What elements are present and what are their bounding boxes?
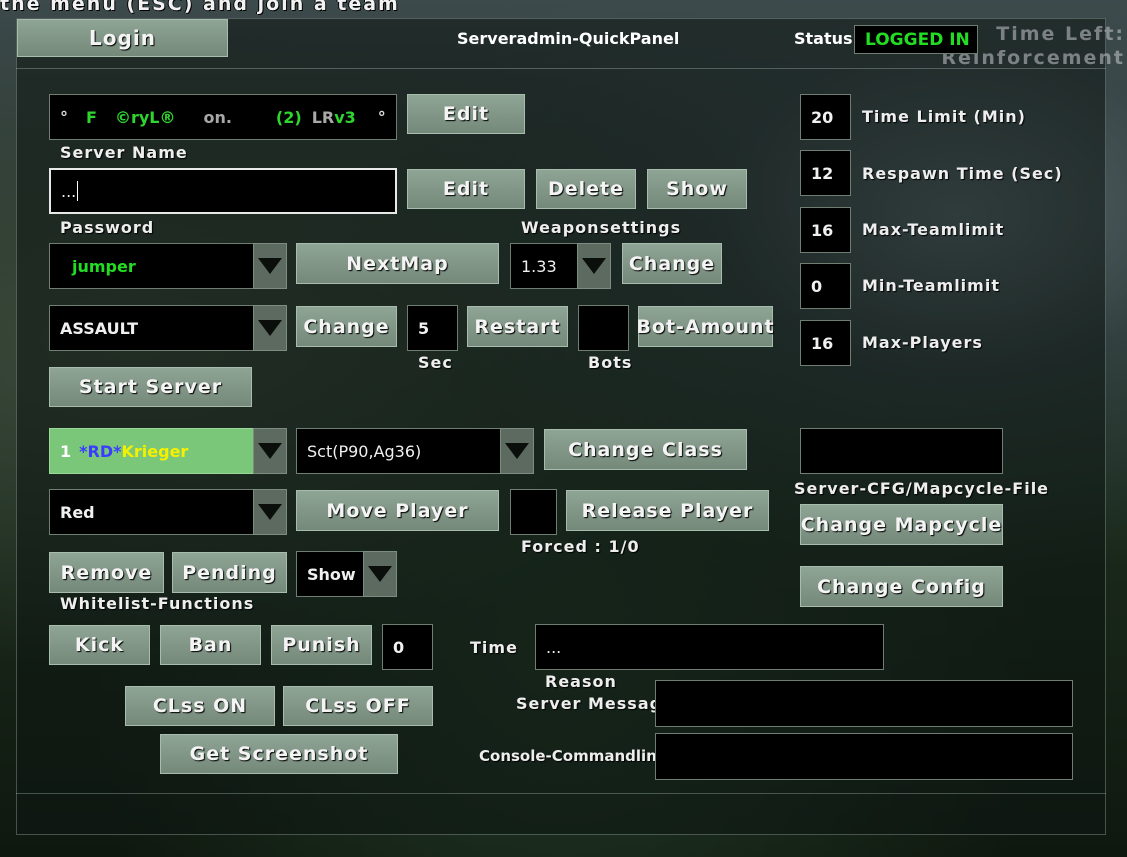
password-label: Password bbox=[60, 218, 155, 237]
sec-label: Sec bbox=[418, 353, 453, 372]
footer-divider bbox=[16, 793, 1106, 794]
player-clan-tag: *RD* bbox=[79, 441, 122, 461]
bots-label: Bots bbox=[588, 353, 633, 372]
chevron-down-icon bbox=[258, 320, 282, 336]
weaponsettings-label: Weaponsettings bbox=[521, 218, 682, 237]
weapon-dropdown-arrow[interactable] bbox=[577, 243, 611, 289]
respawn-time-field[interactable]: 12 bbox=[800, 150, 851, 196]
whitelist-show-select[interactable]: Show bbox=[296, 551, 364, 597]
status-value: LOGGED IN bbox=[854, 25, 978, 54]
class-dropdown-arrow[interactable] bbox=[500, 428, 534, 474]
bot-amount-button[interactable]: Bot-Amount bbox=[636, 306, 774, 347]
bots-field[interactable] bbox=[578, 305, 629, 351]
chevron-down-icon bbox=[258, 443, 282, 459]
max-players-label: Max-Players bbox=[862, 333, 983, 352]
server-name-part-3: on. bbox=[203, 107, 232, 127]
chevron-down-icon bbox=[582, 258, 606, 274]
max-players-field[interactable]: 16 bbox=[800, 320, 851, 366]
weapon-select[interactable]: 1.33 bbox=[510, 243, 578, 289]
clss-on-button[interactable]: CLss ON bbox=[125, 686, 275, 726]
time-limit-label: Time Limit (Min) bbox=[862, 107, 1026, 126]
time-limit-field[interactable]: 20 bbox=[800, 94, 851, 140]
server-name-part-5: LR bbox=[311, 107, 335, 127]
player-number: 1 bbox=[60, 441, 72, 461]
server-name-part-2: ©ryL® bbox=[114, 107, 176, 127]
whitelist-remove-button[interactable]: Remove bbox=[49, 552, 164, 593]
hud-top-message: the menu (ESC) and join a team bbox=[0, 0, 400, 15]
password-show-button[interactable]: Show bbox=[647, 169, 747, 209]
server-name-part-7: ° bbox=[377, 107, 386, 127]
console-field[interactable] bbox=[655, 733, 1073, 780]
password-edit-button[interactable]: Edit bbox=[407, 169, 525, 209]
server-name-label: Server Name bbox=[60, 143, 188, 162]
text-cursor bbox=[77, 181, 79, 201]
min-teamlimit-field[interactable]: 0 bbox=[800, 263, 851, 309]
server-name-part-0: ° bbox=[60, 107, 68, 127]
cfg-file-label: Server-CFG/Mapcycle-File bbox=[794, 479, 1050, 498]
weapon-change-button[interactable]: Change bbox=[622, 243, 722, 284]
max-teamlimit-label: Max-Teamlimit bbox=[862, 220, 1005, 239]
panel-title: Serveradmin-QuickPanel bbox=[457, 29, 680, 48]
clss-off-button[interactable]: CLss OFF bbox=[283, 686, 433, 726]
mode-select[interactable]: ASSAULT bbox=[49, 305, 254, 351]
server-name-edit-button[interactable]: Edit bbox=[407, 94, 525, 134]
player-name: Krieger bbox=[121, 441, 189, 461]
server-name-field[interactable]: ° F ©ryL® on. (2) LR v3 ° bbox=[49, 94, 397, 140]
password-value: ... bbox=[61, 181, 77, 201]
whitelist-dropdown-arrow[interactable] bbox=[363, 551, 397, 597]
release-player-button[interactable]: Release Player bbox=[566, 490, 769, 531]
nextmap-button[interactable]: NextMap bbox=[296, 243, 499, 284]
forced-label: Forced : 1/0 bbox=[521, 537, 640, 556]
punish-button[interactable]: Punish bbox=[271, 625, 372, 665]
time-left-label: Time Left: bbox=[996, 23, 1125, 45]
class-select[interactable]: Sct(P90,Ag36) bbox=[296, 428, 501, 474]
mode-change-button[interactable]: Change bbox=[296, 306, 397, 347]
team-dropdown-arrow[interactable] bbox=[253, 489, 287, 535]
map-select[interactable]: jumper bbox=[49, 243, 254, 289]
respawn-time-label: Respawn Time (Sec) bbox=[862, 164, 1063, 183]
cfg-file-field[interactable] bbox=[800, 428, 1003, 474]
get-screenshot-button[interactable]: Get Screenshot bbox=[160, 734, 398, 774]
server-name-part-1: F bbox=[86, 107, 97, 127]
map-dropdown-arrow[interactable] bbox=[253, 243, 287, 289]
chevron-down-icon bbox=[505, 443, 529, 459]
max-teamlimit-field[interactable]: 16 bbox=[800, 207, 851, 253]
change-config-button[interactable]: Change Config bbox=[800, 566, 1003, 607]
chevron-down-icon bbox=[258, 258, 282, 274]
move-player-button[interactable]: Move Player bbox=[296, 490, 499, 531]
time-field[interactable]: 0 bbox=[382, 624, 433, 670]
start-server-button[interactable]: Start Server bbox=[49, 367, 252, 407]
reason-field[interactable]: ... bbox=[535, 624, 884, 670]
chevron-down-icon bbox=[258, 504, 282, 520]
release-field[interactable] bbox=[510, 489, 557, 535]
password-field[interactable]: ... bbox=[49, 168, 397, 214]
server-name-part-6: v3 bbox=[334, 107, 356, 127]
team-select[interactable]: Red bbox=[49, 489, 254, 535]
server-message-field[interactable] bbox=[655, 680, 1073, 727]
chevron-down-icon bbox=[368, 566, 392, 582]
password-delete-button[interactable]: Delete bbox=[536, 169, 636, 209]
console-label: Console-Commandline: bbox=[479, 747, 674, 765]
whitelist-functions-label: Whitelist-Functions bbox=[60, 594, 255, 613]
change-class-button[interactable]: Change Class bbox=[544, 429, 747, 470]
mode-dropdown-arrow[interactable] bbox=[253, 305, 287, 351]
restart-button[interactable]: Restart bbox=[467, 306, 568, 347]
restart-seconds-field[interactable]: 5 bbox=[407, 305, 458, 351]
status-label: Status: bbox=[794, 29, 859, 48]
login-button[interactable]: Login bbox=[17, 19, 228, 57]
whitelist-pending-button[interactable]: Pending bbox=[172, 552, 287, 593]
time-label: Time bbox=[470, 638, 518, 657]
ban-button[interactable]: Ban bbox=[160, 625, 261, 665]
min-teamlimit-label: Min-Teamlimit bbox=[862, 276, 1000, 295]
player-dropdown-arrow[interactable] bbox=[253, 428, 287, 474]
kick-button[interactable]: Kick bbox=[49, 625, 150, 665]
reason-label: Reason bbox=[545, 672, 617, 691]
player-select[interactable]: 1 *RD* Krieger bbox=[49, 428, 254, 474]
change-mapcycle-button[interactable]: Change Mapcycle bbox=[800, 504, 1003, 545]
server-name-part-4: (2) bbox=[275, 107, 302, 127]
